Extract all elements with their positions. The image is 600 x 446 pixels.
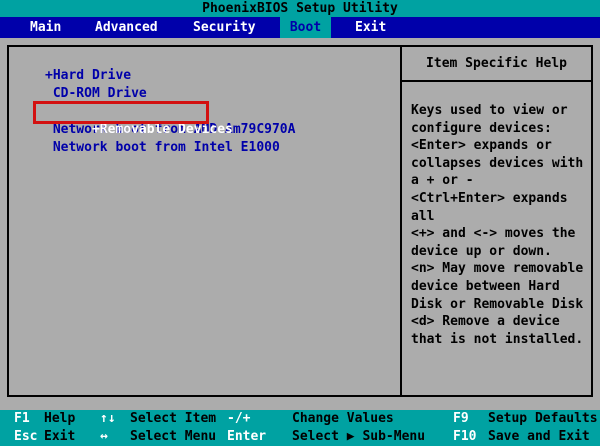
hint-key-minus-plus: -/+ — [227, 411, 251, 426]
hint-key-enter: Enter — [227, 429, 267, 444]
hint-key-f10: F10 — [453, 429, 477, 444]
hint-label-change-values: Change Values — [292, 411, 394, 426]
boot-item-removable-devices-label: +Removable Devices — [91, 122, 233, 137]
tab-security[interactable]: Security — [193, 17, 256, 38]
boot-item-cdrom-drive[interactable]: CD-ROM Drive — [45, 85, 295, 103]
hint-key-leftright-arrows-icon: ↔ — [100, 429, 108, 444]
hint-label-select-submenu: Select ▶ Sub-Menu — [292, 429, 426, 444]
tab-exit[interactable]: Exit — [355, 17, 386, 38]
hint-label-exit: Exit — [44, 429, 76, 444]
help-panel: Item Specific Help Keys used to view or … — [400, 47, 591, 395]
boot-device-list: +Hard Drive CD-ROM Drive +Removable Devi… — [33, 67, 295, 157]
tab-advanced[interactable]: Advanced — [95, 17, 158, 38]
hint-key-updown-arrows-icon: ↑↓ — [100, 411, 116, 426]
selection-highlight-annotation — [33, 101, 209, 124]
menu-bar: Main Advanced Security Boot Exit — [0, 17, 600, 38]
hint-label-setup-defaults: Setup Defaults — [488, 411, 598, 426]
hint-label-save-and-exit: Save and Exit — [488, 429, 590, 444]
page-title: PhoenixBIOS Setup Utility — [0, 0, 600, 17]
boot-menu-panel: +Hard Drive CD-ROM Drive +Removable Devi… — [7, 45, 593, 397]
boot-item-removable-devices[interactable]: +Removable Devices — [33, 101, 295, 137]
hint-key-esc: Esc — [14, 429, 38, 444]
tab-main[interactable]: Main — [30, 17, 61, 38]
help-panel-title: Item Specific Help — [402, 47, 591, 82]
hint-label-select-menu: Select Menu — [130, 429, 217, 444]
hint-label-help: Help — [44, 411, 76, 426]
hint-label-select-item: Select Item — [130, 411, 217, 426]
boot-item-hard-drive[interactable]: +Hard Drive — [45, 67, 295, 85]
hint-key-f1: F1 — [14, 411, 30, 426]
key-legend-bar: F1 Help ↑↓ Select Item -/+ Change Values… — [0, 410, 600, 446]
tab-boot[interactable]: Boot — [280, 17, 331, 38]
help-panel-body: Keys used to view or configure devices: … — [411, 103, 584, 347]
hint-key-f9: F9 — [453, 411, 469, 426]
